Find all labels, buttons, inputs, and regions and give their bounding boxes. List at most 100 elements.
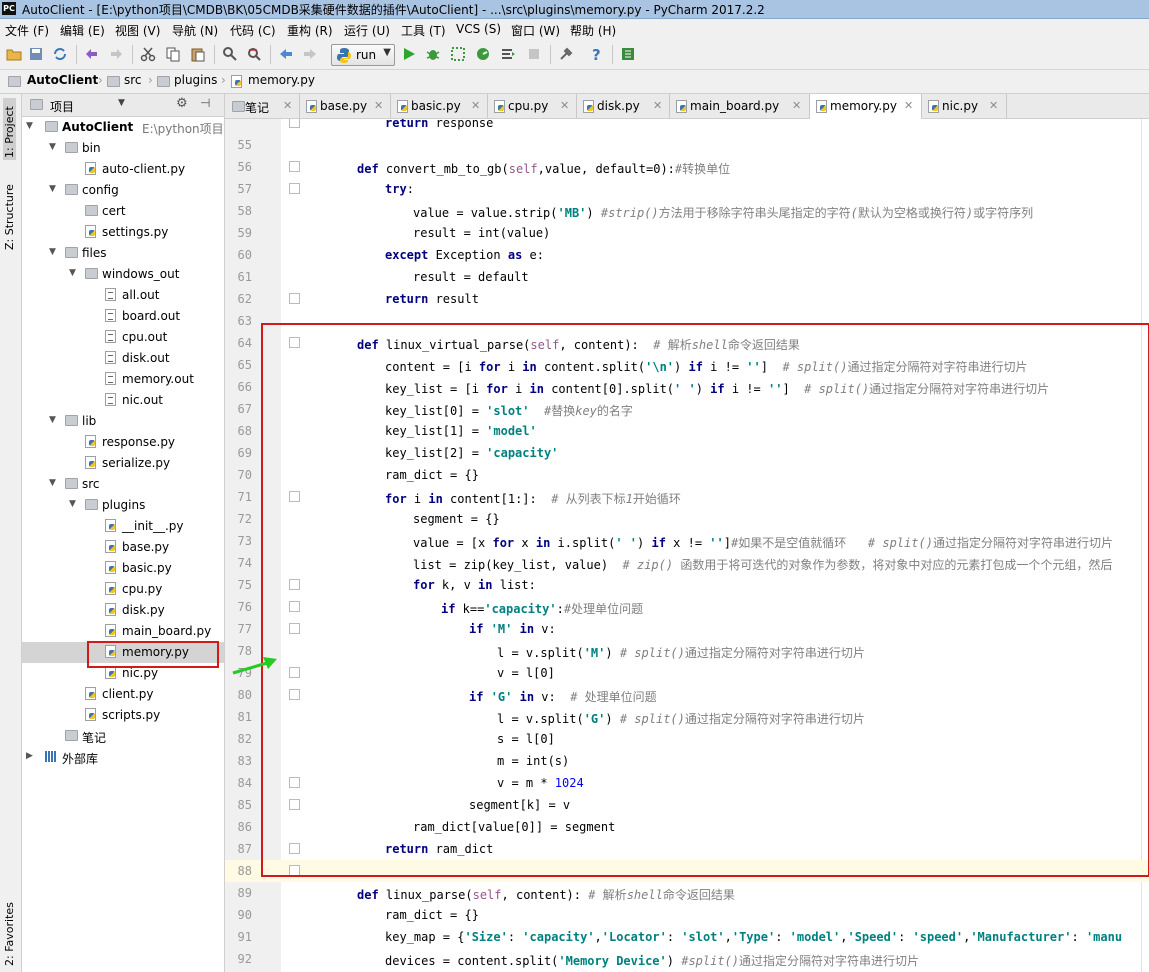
close-icon[interactable]: ✕: [560, 99, 569, 112]
code-line[interactable]: 90 ram_dict = {}: [225, 904, 1149, 926]
copy-icon[interactable]: [165, 46, 181, 62]
close-icon[interactable]: ✕: [283, 99, 292, 112]
menu-vcs[interactable]: VCS (S): [456, 22, 501, 36]
sync-icon[interactable]: [52, 46, 68, 62]
tree-item[interactable]: basic.py: [22, 558, 224, 579]
tab-basic-py[interactable]: basic.py ✕: [391, 94, 488, 118]
help-icon[interactable]: ?: [588, 46, 604, 62]
tree-item[interactable]: ▼ lib: [22, 411, 224, 432]
concurrency-icon[interactable]: [500, 46, 516, 62]
tree-item[interactable]: cpu.py: [22, 579, 224, 600]
code-line[interactable]: 92 devices = content.split('Memory Device…: [225, 948, 1149, 970]
tree-item[interactable]: cert: [22, 201, 224, 222]
tree-item[interactable]: memory.out: [22, 369, 224, 390]
code-line[interactable]: 89 def linux_parse(self, content): # 解析sh…: [225, 882, 1149, 904]
tree-item[interactable]: ▼ src: [22, 474, 224, 495]
tree-item[interactable]: response.py: [22, 432, 224, 453]
menu-code[interactable]: 代码 (C): [230, 22, 276, 39]
breadcrumb-src[interactable]: src: [124, 73, 142, 87]
view-dropdown-chevron-icon[interactable]: ▼: [118, 98, 125, 108]
breadcrumb-plugins[interactable]: plugins: [174, 73, 217, 87]
run-icon[interactable]: [401, 46, 417, 62]
gear-icon[interactable]: ⚙: [176, 96, 188, 111]
menu-tools[interactable]: 工具 (T): [401, 22, 446, 39]
find-icon[interactable]: [222, 46, 238, 62]
fold-marker-icon[interactable]: [289, 293, 300, 304]
tree-item[interactable]: base.py: [22, 537, 224, 558]
back-icon[interactable]: [278, 46, 294, 62]
chevron-down-icon[interactable]: ▼: [49, 415, 56, 425]
menu-file[interactable]: 文件 (F): [5, 22, 49, 39]
save-all-icon[interactable]: [28, 46, 44, 62]
tree-item[interactable]: ▼ files: [22, 243, 224, 264]
tree-item[interactable]: serialize.py: [22, 453, 224, 474]
breadcrumb-project[interactable]: AutoClient: [27, 73, 98, 87]
cut-icon[interactable]: [140, 46, 156, 62]
code-line[interactable]: 60 except Exception as e:: [225, 244, 1149, 266]
menu-edit[interactable]: 编辑 (E): [60, 22, 105, 39]
code-line[interactable]: 57 try:: [225, 178, 1149, 200]
tree-item[interactable]: main_board.py: [22, 621, 224, 642]
close-icon[interactable]: ✕: [374, 99, 383, 112]
tab-nic-py[interactable]: nic.py ✕: [922, 94, 1007, 118]
tab-disk-py[interactable]: disk.py ✕: [577, 94, 670, 118]
tab-base-py[interactable]: base.py ✕: [300, 94, 391, 118]
tab-main-board-py[interactable]: main_board.py ✕: [670, 94, 810, 118]
tree-item[interactable]: 笔记: [22, 726, 224, 747]
undo-icon[interactable]: [84, 46, 100, 62]
tree-item[interactable]: ▼ AutoClient E:\python项目\C: [22, 117, 224, 138]
close-icon[interactable]: ✕: [471, 99, 480, 112]
tree-item[interactable]: disk.out: [22, 348, 224, 369]
menu-window[interactable]: 窗口 (W): [511, 22, 560, 39]
profile-icon[interactable]: [475, 46, 491, 62]
collapse-panel-icon[interactable]: ⊣: [200, 96, 210, 110]
open-folder-icon[interactable]: [6, 46, 22, 62]
tree-item[interactable]: ▼ bin: [22, 138, 224, 159]
tree-item[interactable]: settings.py: [22, 222, 224, 243]
project-tool-tab[interactable]: 1: Project: [3, 98, 16, 160]
tab-notes[interactable]: 笔记 ✕: [225, 94, 300, 118]
fold-marker-icon[interactable]: [289, 183, 300, 194]
coverage-icon[interactable]: [450, 46, 466, 62]
tree-item[interactable]: ▶ 外部库: [22, 747, 224, 768]
structure-tool-tab[interactable]: Z: Structure: [3, 184, 16, 250]
tree-item[interactable]: nic.out: [22, 390, 224, 411]
paste-icon[interactable]: [190, 46, 206, 62]
project-view-label[interactable]: 项目: [50, 98, 74, 115]
run-config-dropdown[interactable]: run ▼: [331, 44, 395, 66]
close-icon[interactable]: ✕: [792, 99, 801, 112]
chevron-down-icon[interactable]: ▼: [69, 268, 76, 278]
tab-memory-py[interactable]: memory.py ✕: [810, 94, 922, 120]
tree-item[interactable]: client.py: [22, 684, 224, 705]
stop-icon[interactable]: [526, 46, 542, 62]
chevron-down-icon[interactable]: ▼: [49, 184, 56, 194]
close-icon[interactable]: ✕: [653, 99, 662, 112]
forward-icon[interactable]: [302, 46, 318, 62]
fold-marker-icon[interactable]: [289, 161, 300, 172]
tree-item[interactable]: board.out: [22, 306, 224, 327]
code-line[interactable]: 55: [225, 134, 1149, 156]
breadcrumb-file[interactable]: memory.py: [248, 73, 315, 87]
tree-item[interactable]: cpu.out: [22, 327, 224, 348]
vcs-icon[interactable]: [620, 46, 636, 62]
fold-marker-icon[interactable]: [289, 119, 300, 128]
redo-icon[interactable]: [108, 46, 124, 62]
close-icon[interactable]: ✕: [989, 99, 998, 112]
code-line[interactable]: 58 value = value.strip('MB') #strip()方法用于…: [225, 200, 1149, 222]
code-line[interactable]: 59 result = int(value): [225, 222, 1149, 244]
chevron-down-icon[interactable]: ▼: [49, 247, 56, 257]
code-line[interactable]: 91 key_map = {'Size': 'capacity','Locator…: [225, 926, 1149, 948]
code-line[interactable]: 62 return result: [225, 288, 1149, 310]
debug-icon[interactable]: [425, 46, 441, 62]
code-line[interactable]: 56 def convert_mb_to_gb(self,value, defau…: [225, 156, 1149, 178]
menu-navigate[interactable]: 导航 (N): [172, 22, 218, 39]
tree-item[interactable]: auto-client.py: [22, 159, 224, 180]
close-icon[interactable]: ✕: [904, 99, 913, 112]
replace-icon[interactable]: [246, 46, 262, 62]
tree-item[interactable]: ▼ windows_out: [22, 264, 224, 285]
favorites-tool-tab[interactable]: 2: Favorites: [3, 902, 16, 966]
tree-item[interactable]: ▼ config: [22, 180, 224, 201]
settings-icon[interactable]: [558, 46, 574, 62]
chevron-down-icon[interactable]: ▼: [49, 478, 56, 488]
tree-item[interactable]: all.out: [22, 285, 224, 306]
